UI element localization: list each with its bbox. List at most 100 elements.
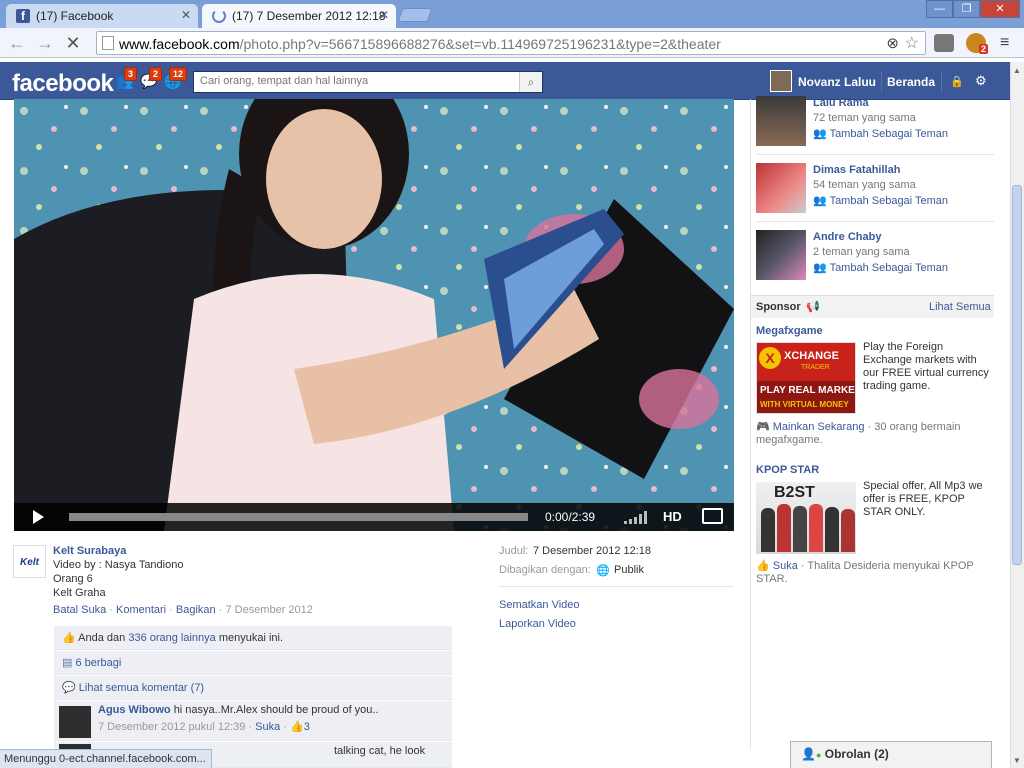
menu-icon[interactable]: ≡ — [1000, 34, 1009, 52]
play-icon[interactable] — [33, 510, 44, 524]
home-link[interactable]: Beranda — [887, 75, 935, 89]
video-progress-bar[interactable] — [69, 513, 528, 521]
tab-facebook[interactable]: f (17) Facebook ✕ — [6, 4, 198, 28]
ad-image[interactable]: X XCHANGE TRADER PLAY REAL MARKETS WITH … — [756, 342, 856, 414]
privacy-shortcuts-icon[interactable]: 🔒 — [950, 75, 964, 88]
scrollbar-thumb[interactable] — [1012, 185, 1022, 565]
zoom-icon[interactable]: ⊗ — [886, 34, 899, 52]
add-friend-link[interactable]: 👥 Tambah Sebagai Teman — [813, 261, 948, 274]
messages-badge: 2 — [149, 67, 163, 81]
user-avatar[interactable] — [770, 70, 792, 92]
page-avatar[interactable]: Kelt — [13, 545, 46, 578]
report-video-link[interactable]: Laporkan Video — [499, 618, 576, 630]
comment-text: hi nasya..Mr.Alex should be proud of you… — [173, 704, 379, 716]
scroll-down-arrow-icon[interactable]: ▼ — [1013, 756, 1021, 765]
tab-label: (17) 7 Desember 2012 12:18 — [232, 9, 386, 23]
chat-tab[interactable]: 👤● Obrolan (2) — [790, 741, 992, 768]
facebook-logo[interactable]: facebook — [12, 70, 114, 98]
embed-video-link[interactable]: Sematkan Video — [499, 599, 580, 611]
suggestion-photo[interactable] — [756, 163, 806, 213]
comment-like-count[interactable]: 👍3 — [290, 721, 310, 733]
comment-bubble-icon: 💬 — [62, 682, 76, 694]
close-tab-icon[interactable]: ✕ — [181, 8, 191, 22]
commenter-avatar[interactable] — [59, 706, 91, 738]
hd-button[interactable]: HD — [663, 509, 682, 524]
scroll-up-arrow-icon[interactable]: ▲ — [1013, 66, 1021, 75]
close-window-button[interactable]: ✕ — [980, 0, 1020, 18]
share-icon: ▤ — [62, 657, 73, 669]
likes-suffix: menyukai ini. — [218, 632, 284, 644]
shared-label: Dibagikan dengan: — [499, 564, 591, 576]
tab-video[interactable]: (17) 7 Desember 2012 12:18 ✕ — [202, 4, 396, 28]
maximize-button[interactable]: ❐ — [953, 0, 980, 18]
view-all-comments-link[interactable]: Lihat semua komentar (7) — [79, 682, 204, 694]
play-now-link[interactable]: Mainkan Sekarang — [773, 421, 865, 433]
page-icon — [102, 36, 114, 50]
suggestion-mutual[interactable]: 2 teman yang sama — [813, 246, 910, 258]
ad-social-line: 🎮 Mainkan Sekarang · 30 orang bermain me… — [756, 421, 994, 447]
ad-image[interactable]: B2ST — [756, 482, 856, 554]
post-text-line: Kelt Graha — [53, 587, 106, 599]
minimize-button[interactable]: — — [926, 0, 953, 18]
globe-icon: 🌐 — [596, 565, 610, 577]
bookmark-star-icon[interactable]: ☆ — [905, 33, 919, 53]
see-all-ads-link[interactable]: Lihat Semua — [929, 301, 991, 313]
nav-divider — [941, 72, 942, 92]
divider — [756, 221, 994, 222]
url-path: /photo.php?v=566715896688276&set=vb.1149… — [239, 36, 721, 52]
back-button[interactable]: ← — [6, 32, 28, 54]
settings-gear-icon[interactable]: ⚙ — [975, 73, 987, 89]
online-dot-icon: ● — [815, 750, 822, 760]
add-friend-link[interactable]: 👥 Tambah Sebagai Teman — [813, 194, 948, 207]
like-page-link[interactable]: Suka — [773, 560, 798, 572]
suggestion-name[interactable]: Andre Chaby — [813, 231, 881, 243]
notifications-badge: 12 — [169, 67, 188, 81]
search-input[interactable]: Cari orang, tempat dan hal lainnya — [193, 71, 543, 93]
suggestion-photo[interactable] — [756, 96, 806, 146]
search-icon[interactable]: ⌕ — [519, 72, 542, 92]
ad-body[interactable]: Special offer, All Mp3 we offer is FREE,… — [863, 480, 993, 519]
post-actions: Batal Suka · Komentari · Bagikan · 7 Des… — [53, 604, 313, 616]
suggestion-photo[interactable] — [756, 230, 806, 280]
tab-label: (17) Facebook — [36, 9, 114, 23]
ad-title[interactable]: Megafxgame — [756, 325, 823, 337]
facebook-favicon-icon: f — [16, 9, 30, 23]
new-tab-button[interactable] — [397, 8, 433, 22]
fullscreen-icon[interactable] — [702, 508, 723, 524]
shares-link[interactable]: 6 berbagi — [75, 657, 121, 669]
commenter-name[interactable]: Agus Wibowo — [98, 704, 171, 716]
address-bar[interactable]: www.facebook.com/photo.php?v=56671589668… — [96, 31, 926, 55]
forward-button[interactable]: → — [34, 32, 56, 54]
ad-image-text: WITH VIRTUAL MONEY — [760, 400, 849, 409]
comment-link[interactable]: Komentari — [116, 604, 166, 616]
ad-social-line: 👍 Suka · Thalita Desideria menyukai KPOP… — [756, 560, 994, 586]
friend-requests-badge: 3 — [124, 67, 138, 81]
post-author[interactable]: Kelt Surabaya — [53, 545, 126, 557]
url-host: www.facebook.com — [119, 36, 240, 52]
comment-like-link[interactable]: Suka — [255, 721, 280, 733]
ad-image-text: PLAY REAL MARKETS — [760, 385, 855, 396]
suggestion-mutual[interactable]: 54 teman yang sama — [813, 179, 916, 191]
suggestion-name[interactable]: Dimas Fatahillah — [813, 164, 900, 176]
suggestion-name[interactable]: Lalu Rama — [813, 97, 869, 109]
suggestion-mutual[interactable]: 72 teman yang sama — [813, 112, 916, 124]
comment-time[interactable]: 7 Desember 2012 pukul 12:39 — [98, 721, 245, 733]
comment-item: Agus Wibowo hi nasya..Mr.Alex should be … — [54, 701, 452, 741]
ad-title[interactable]: KPOP STAR — [756, 464, 819, 476]
unlike-link[interactable]: Batal Suka — [53, 604, 106, 616]
close-tab-icon[interactable]: ✕ — [379, 8, 389, 22]
likes-count-link[interactable]: 336 orang lainnya — [128, 632, 215, 644]
stop-button[interactable]: ✕ — [62, 32, 84, 54]
megaphone-icon: 📢 — [806, 301, 820, 313]
profile-link[interactable]: Novanz Laluu — [798, 75, 876, 89]
nav-divider — [881, 72, 882, 92]
video-player[interactable] — [14, 99, 734, 531]
extension-icon[interactable] — [934, 34, 954, 52]
privacy-value[interactable]: Publik — [614, 564, 644, 576]
ad-body[interactable]: Play the Foreign Exchange markets with o… — [863, 341, 993, 393]
share-link[interactable]: Bagikan — [176, 604, 216, 616]
post-date[interactable]: 7 Desember 2012 — [225, 604, 312, 616]
ad-image-text: XCHANGE — [784, 350, 840, 362]
volume-icon[interactable] — [624, 509, 652, 524]
add-friend-link[interactable]: 👥 Tambah Sebagai Teman — [813, 127, 948, 140]
